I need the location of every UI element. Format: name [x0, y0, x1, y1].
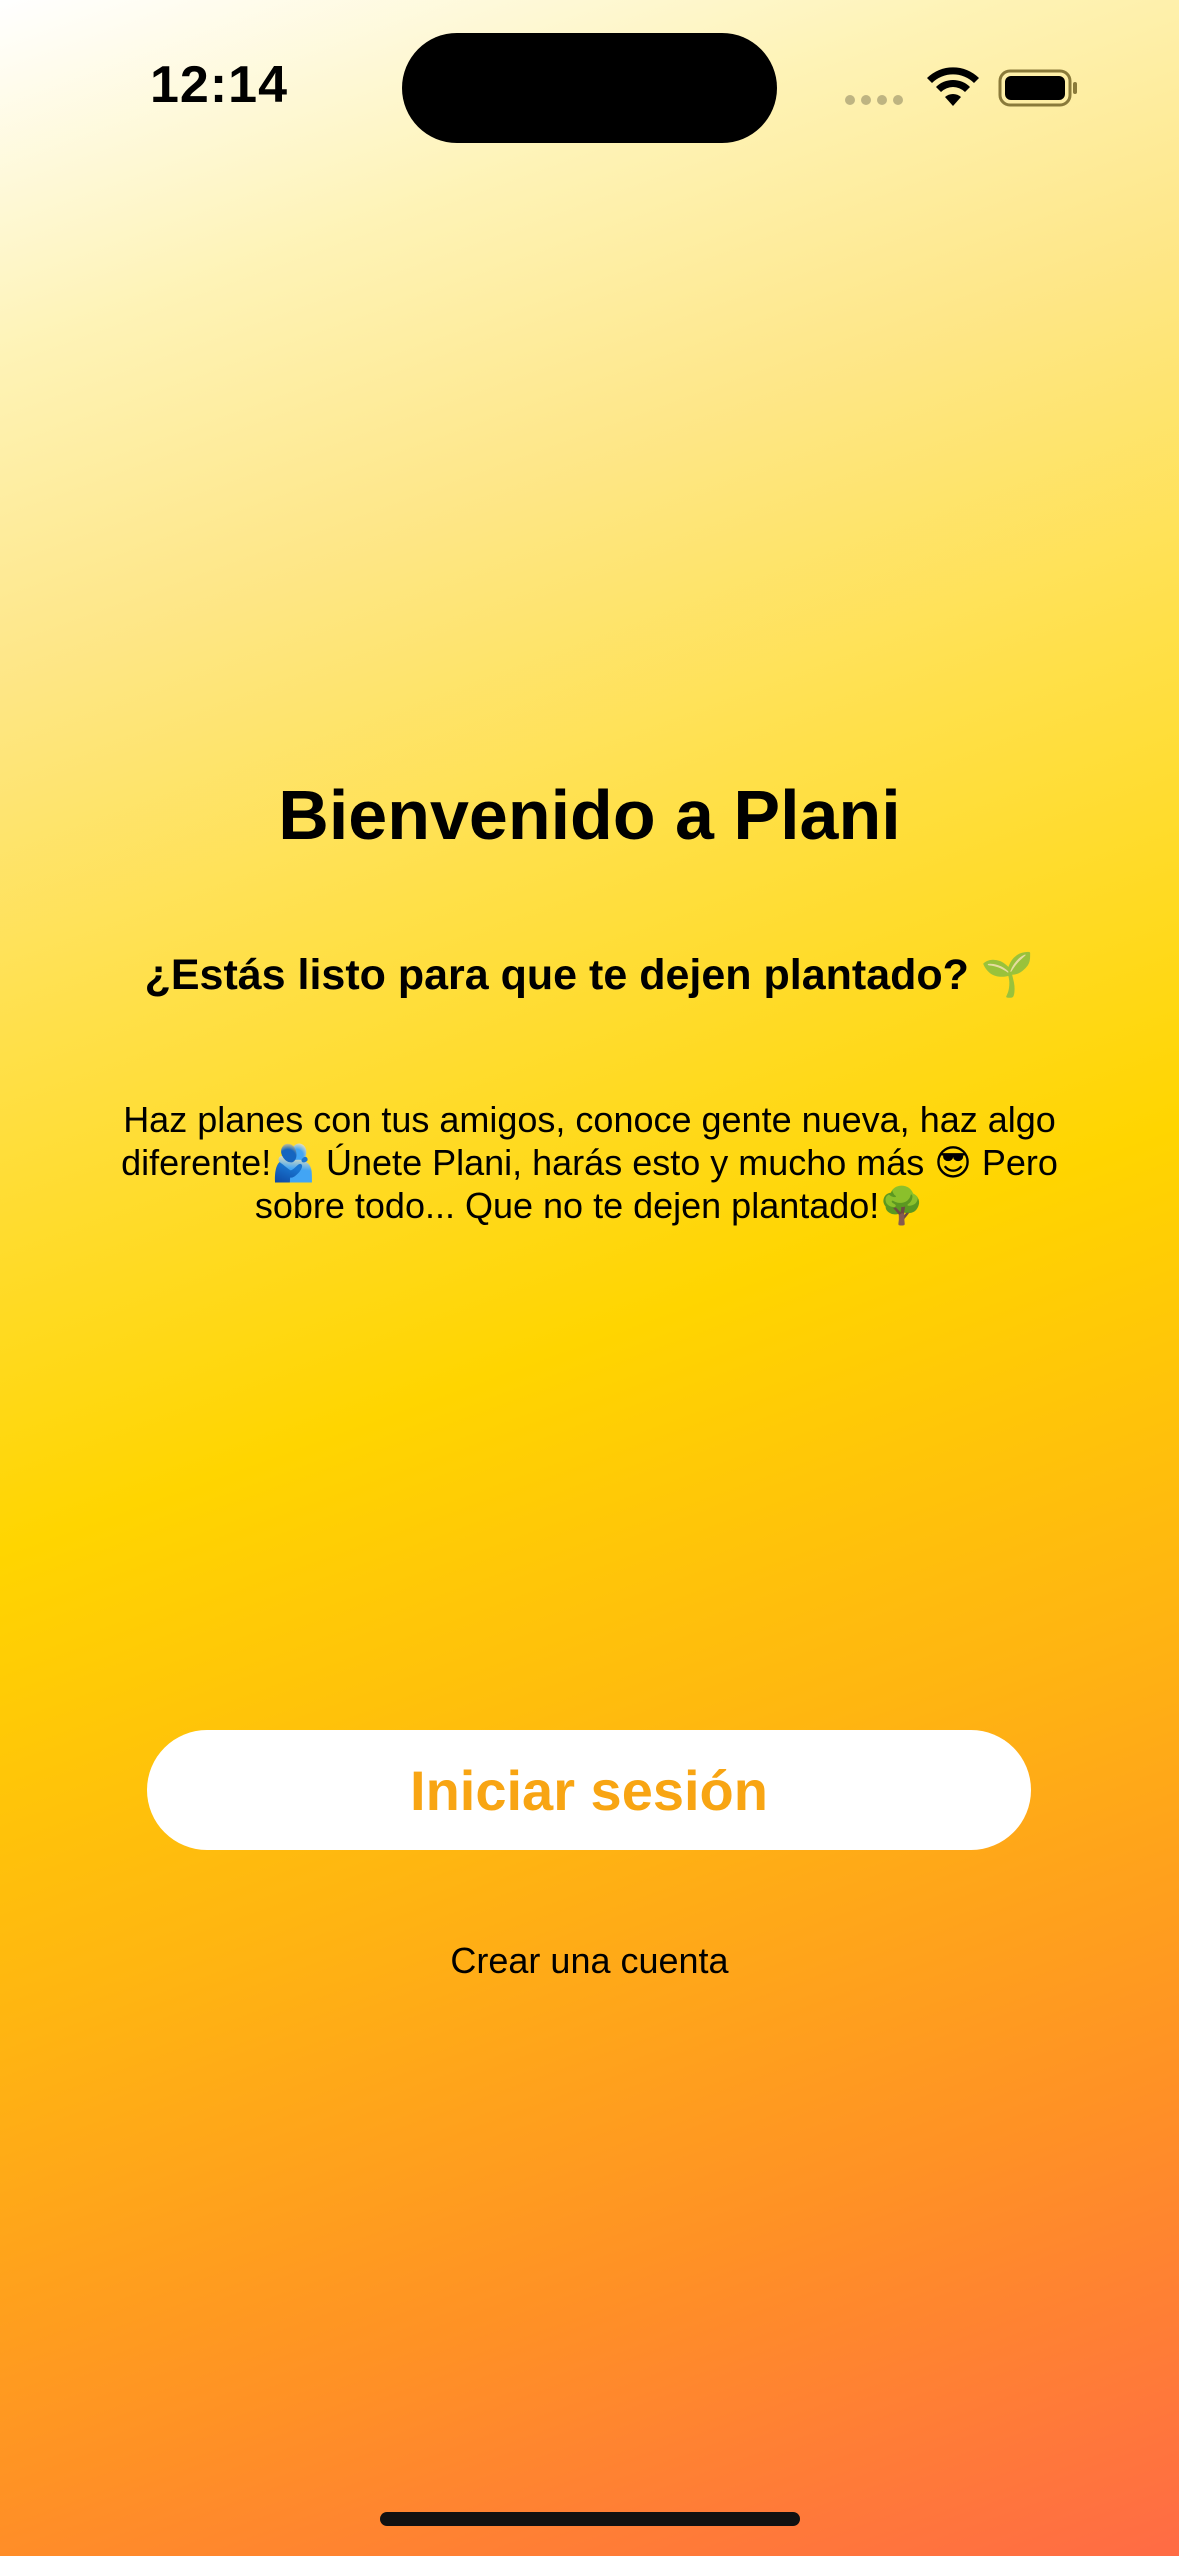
cellular-signal-icon [845, 95, 905, 107]
status-time: 12:14 [150, 56, 288, 114]
create-account-link[interactable]: Crear una cuenta [0, 1940, 1179, 1982]
home-indicator [380, 2512, 800, 2526]
battery-icon [998, 69, 1077, 107]
welcome-title: Bienvenido a Plani [278, 776, 901, 854]
login-button[interactable]: Iniciar sesión [147, 1730, 1031, 1850]
dynamic-island [402, 33, 777, 143]
welcome-description: Haz planes con tus amigos, conoce gente … [121, 1099, 1058, 1226]
login-button-label: Iniciar sesión [410, 1758, 768, 1822]
status-bar: 12:14 [0, 0, 1179, 170]
welcome-subtitle: ¿Estás listo para que te dejen plantado?… [144, 951, 1035, 999]
wifi-icon [927, 67, 979, 106]
